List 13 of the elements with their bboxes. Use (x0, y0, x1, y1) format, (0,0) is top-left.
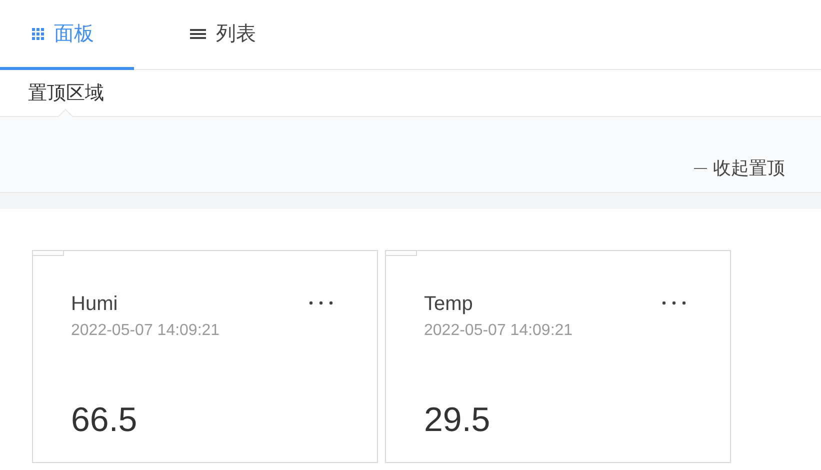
more-icon[interactable] (309, 301, 333, 305)
card-title: Humi (71, 293, 119, 316)
section-label: 置顶区域 (28, 82, 104, 106)
card-title: Temp (424, 293, 474, 316)
tab[interactable]: 列表 (190, 0, 256, 70)
menu-icon (190, 28, 206, 40)
collapse-button[interactable]: 收起置顶 (694, 156, 785, 192)
sensor-value: 29.5 (423, 401, 492, 441)
more-icon[interactable] (662, 301, 686, 305)
timestamp: 2022-05-07 14:09:21 (424, 322, 573, 340)
grid-icon (32, 28, 44, 40)
timestamp: 2022-05-07 14:09:21 (71, 322, 220, 340)
sensor-value: 66.5 (70, 401, 138, 441)
